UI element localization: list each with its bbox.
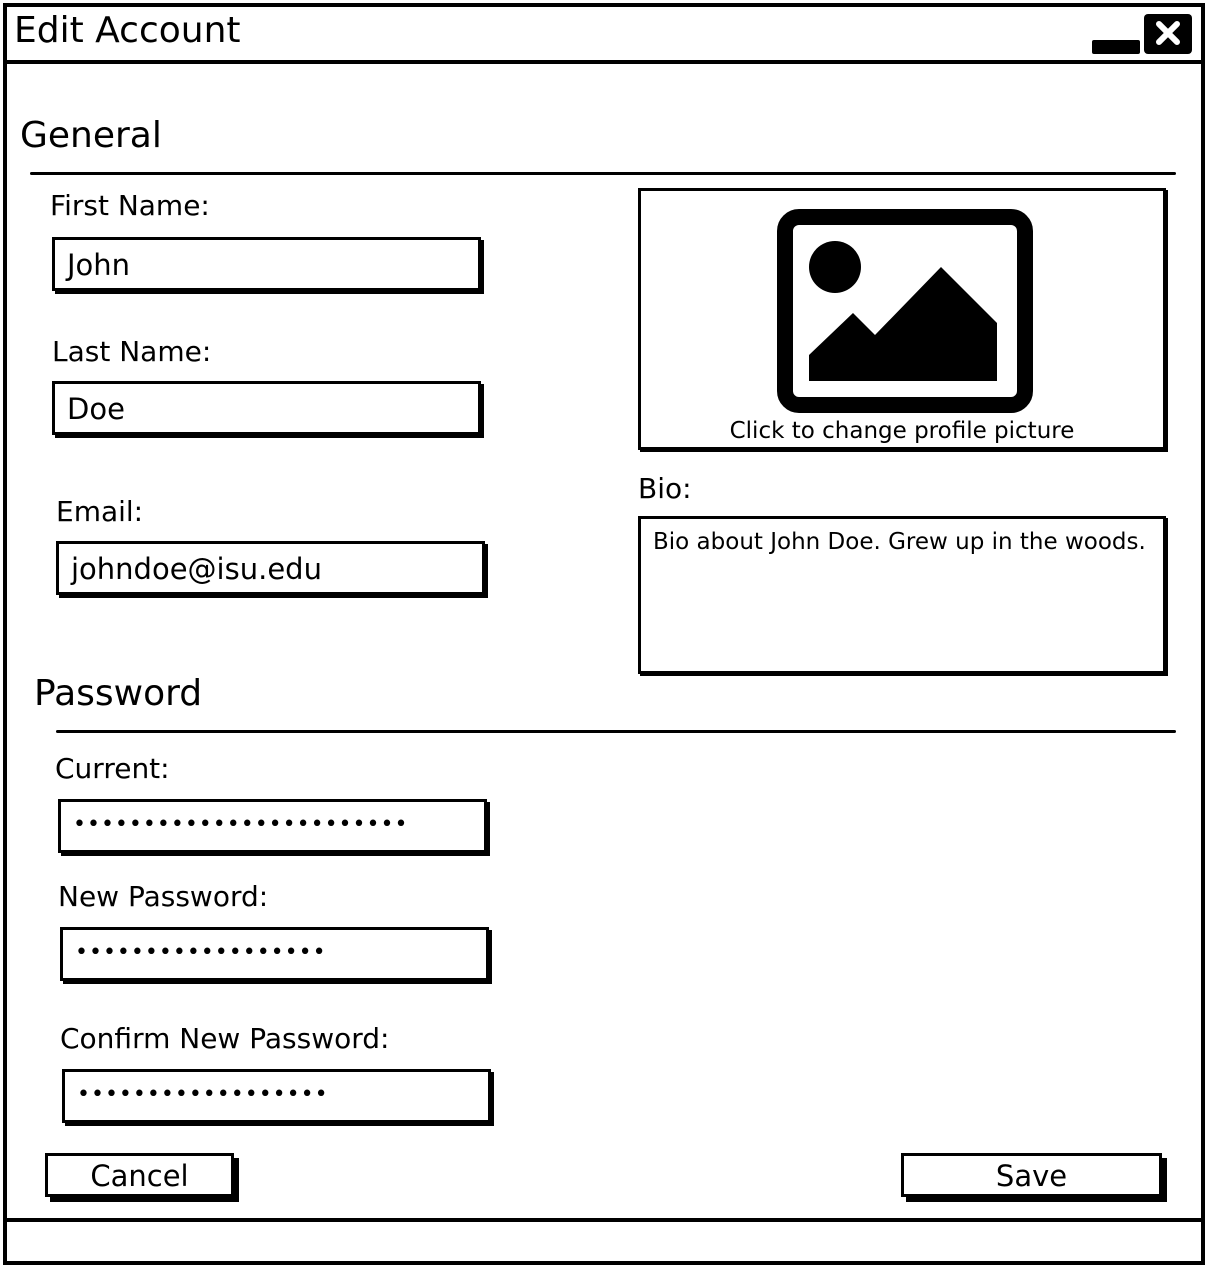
last-name-field[interactable]: Doe	[52, 381, 481, 435]
email-label: Email:	[56, 495, 144, 528]
confirm-password-label: Confirm New Password:	[60, 1022, 390, 1055]
current-password-label: Current:	[55, 752, 170, 785]
window-title: Edit Account	[14, 10, 241, 51]
general-heading: General	[20, 115, 162, 156]
last-name-label: Last Name:	[52, 335, 212, 368]
password-divider	[56, 730, 1176, 733]
profile-picture-button[interactable]: Click to change profile picture	[638, 188, 1166, 450]
first-name-field[interactable]: John	[52, 237, 481, 291]
bio-textarea[interactable]: Bio about John Doe. Grew up in the woods…	[638, 516, 1166, 674]
new-password-field[interactable]: ••••••••••••••••••	[60, 927, 489, 981]
general-divider	[30, 172, 1176, 175]
close-icon	[1156, 21, 1180, 45]
image-icon	[777, 209, 1033, 413]
confirm-password-field[interactable]: ••••••••••••••••••	[62, 1069, 491, 1123]
first-name-label: First Name:	[50, 189, 210, 222]
save-button[interactable]: Save	[901, 1153, 1162, 1197]
email-field[interactable]: johndoe@isu.edu	[56, 541, 485, 595]
close-button[interactable]	[1144, 14, 1192, 54]
current-password-field[interactable]: ••••••••••••••••••••••••	[58, 799, 487, 853]
new-password-label: New Password:	[58, 880, 269, 913]
bio-label: Bio:	[638, 472, 692, 505]
cancel-button[interactable]: Cancel	[45, 1153, 234, 1197]
minimize-button[interactable]	[1092, 40, 1140, 54]
statusbar-divider	[3, 1218, 1205, 1222]
titlebar-divider	[3, 60, 1205, 64]
password-heading: Password	[34, 673, 203, 714]
profile-picture-caption: Click to change profile picture	[729, 418, 1075, 444]
